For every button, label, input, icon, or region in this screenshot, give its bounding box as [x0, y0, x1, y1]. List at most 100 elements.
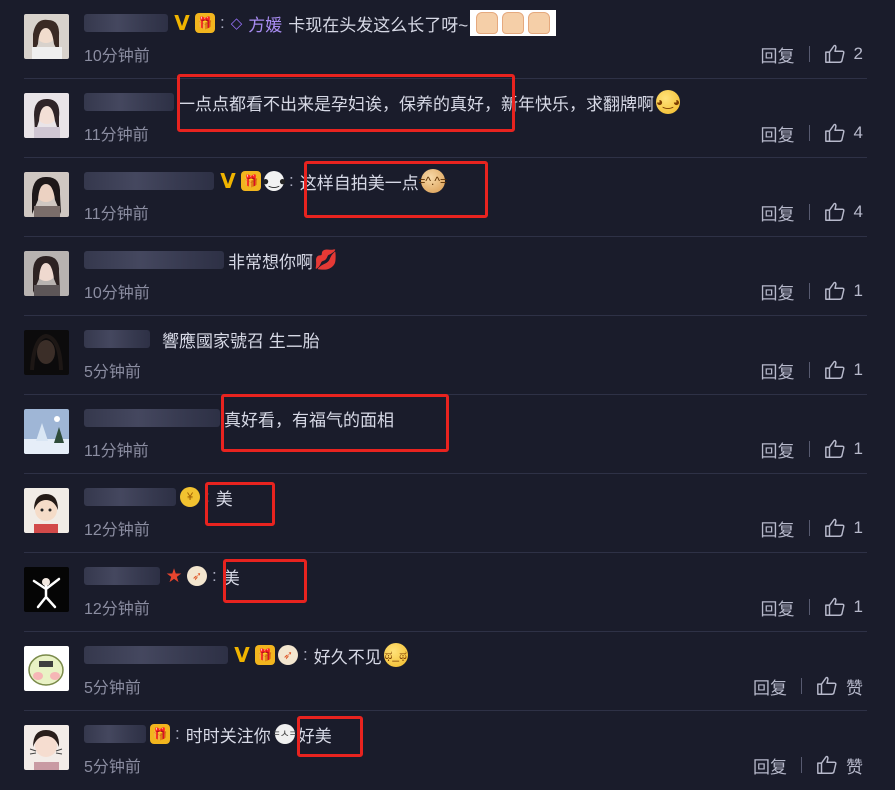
mention-name[interactable]: 方媛	[248, 11, 282, 36]
comment-text: 真好看，有福气的面相	[224, 410, 394, 430]
comment-item: 一点点都看不出来是孕妇诶，保养的真好，新年快乐，求翻牌啊 ◕‿◕ 11分钟前 回…	[0, 79, 895, 158]
like-button[interactable]: 1	[824, 359, 863, 381]
comment-actions: 回复 赞	[753, 753, 863, 777]
sad-emoji-icon: ಥ_ಥ	[383, 643, 408, 667]
reply-button[interactable]: 回复	[753, 674, 787, 699]
username-blurred[interactable]	[84, 14, 168, 32]
like-count: 2	[853, 44, 863, 63]
comment-item: V 🎁 : ◇ 方媛 卡现在头发这么长了呀~ 10分钟前 回复 2	[0, 0, 895, 79]
reply-button[interactable]: 回复	[753, 753, 787, 778]
avatar[interactable]	[24, 725, 69, 770]
avatar[interactable]	[24, 488, 69, 533]
thumbs-up-icon	[824, 360, 845, 379]
comment-text: 好久不见	[313, 647, 382, 667]
reply-button[interactable]: 回复	[761, 437, 795, 462]
like-count: 4	[853, 202, 863, 221]
like-button[interactable]: 赞	[816, 753, 863, 778]
divider	[808, 520, 810, 536]
coin-badge-icon: ¥	[180, 487, 200, 507]
comment-header: V 🎁 : ◇ 方媛 卡现在头发这么长了呀~	[84, 8, 557, 38]
comment-item: V 🎁 ●‿● : 这样自拍美一点 =^.^= 11分钟前 回复 4	[0, 158, 895, 237]
reply-button[interactable]: 回复	[761, 279, 795, 304]
like-count: 赞	[846, 757, 863, 777]
comment-item: 非常想你啊 💋 10分钟前 回复 1	[0, 237, 895, 316]
like-count: 4	[853, 123, 863, 142]
divider	[801, 678, 802, 694]
avatar[interactable]	[24, 251, 69, 296]
thumbs-up-icon	[824, 439, 845, 458]
thumbs-up-icon	[824, 44, 845, 63]
username-blurred[interactable]	[84, 330, 150, 348]
username-blurred[interactable]	[84, 646, 228, 664]
avatar[interactable]	[24, 14, 69, 59]
avatar[interactable]	[24, 646, 69, 691]
panda-badge-icon: ●‿●	[262, 171, 286, 191]
reply-button[interactable]: 回复	[761, 200, 795, 225]
like-button[interactable]: 1	[824, 280, 863, 302]
reply-button[interactable]: 回复	[761, 358, 795, 383]
like-button[interactable]: 1	[824, 596, 863, 618]
username-blurred[interactable]	[84, 567, 160, 585]
like-button[interactable]: 1	[824, 438, 863, 460]
mention-link[interactable]: ◇ 方媛	[231, 11, 283, 36]
comment-time: 5分钟前	[84, 364, 141, 381]
comment-header: 非常想你啊 💋	[84, 245, 338, 275]
comment-item: ★ ➶ : 美 12分钟前 回复 1	[0, 553, 895, 632]
like-button[interactable]: 赞	[816, 674, 863, 699]
reply-button[interactable]: 回复	[761, 121, 795, 146]
rocket-badge-icon: ➶	[187, 566, 207, 586]
like-button[interactable]: 1	[824, 517, 863, 539]
reply-button[interactable]: 回复	[761, 42, 795, 67]
username-blurred[interactable]	[84, 488, 176, 506]
comment-actions: 回复 1	[761, 279, 863, 303]
colon: :	[212, 566, 217, 585]
divider	[801, 757, 802, 773]
thumbs-up-icon	[824, 597, 845, 616]
avatar[interactable]	[24, 93, 69, 138]
like-button[interactable]: 4	[824, 122, 863, 144]
gift-badge-icon: 🎁	[150, 724, 170, 744]
comment-header: 響應國家號召 生二胎	[84, 324, 320, 354]
comment-text: 美	[222, 568, 240, 588]
comment-time: 12分钟前	[84, 601, 150, 618]
username-blurred[interactable]	[84, 251, 224, 269]
comment-item: V 🎁 ➶ : 好久不见 ಥ_ಥ 5分钟前 回复 赞	[0, 632, 895, 711]
thumbs-up-icon	[817, 755, 837, 774]
vip-v-icon: V	[234, 643, 250, 667]
colon: :	[175, 724, 180, 743]
reply-button[interactable]: 回复	[761, 516, 795, 541]
comment-actions: 回复 1	[761, 358, 863, 382]
comment-time: 10分钟前	[84, 285, 150, 302]
comment-time: 12分钟前	[84, 522, 150, 539]
comment-text-2: 好美	[297, 726, 332, 746]
like-count: 1	[853, 360, 863, 379]
username-blurred[interactable]	[84, 93, 174, 111]
thumbs-up-icon	[824, 281, 845, 300]
comment-actions: 回复 1	[761, 516, 863, 540]
avatar[interactable]	[24, 409, 69, 454]
comment-item: 🎁 : 时时关注你 =ㅅ= 好美 5分钟前 回复 赞	[0, 711, 895, 790]
colon: :	[205, 487, 210, 506]
reply-button[interactable]: 回复	[761, 595, 795, 620]
like-count: 1	[853, 518, 863, 537]
divider	[808, 125, 810, 141]
comment-actions: 回复 1	[761, 437, 863, 461]
comment-time: 5分钟前	[84, 759, 141, 776]
avatar[interactable]	[24, 567, 69, 612]
comment-header: V 🎁 ●‿● : 这样自拍美一点 =^.^=	[84, 166, 447, 196]
like-button[interactable]: 4	[824, 201, 863, 223]
comment-header: 真好看，有福气的面相	[84, 403, 394, 433]
like-button[interactable]: 2	[824, 43, 863, 65]
avatar[interactable]	[24, 330, 69, 375]
username-blurred[interactable]	[84, 725, 146, 743]
colon: :	[220, 13, 225, 32]
divider	[808, 599, 810, 615]
username-blurred[interactable]	[84, 409, 220, 427]
avatar[interactable]	[24, 172, 69, 217]
gift-badge-icon: 🎁	[241, 171, 261, 191]
username-blurred[interactable]	[84, 172, 214, 190]
comment-actions: 回复 4	[761, 200, 863, 224]
divider	[808, 283, 810, 299]
comment-header: 一点点都看不出来是孕妇诶，保养的真好，新年快乐，求翻牌啊 ◕‿◕	[84, 87, 680, 117]
comment-header: ★ ➶ : 美	[84, 561, 240, 591]
